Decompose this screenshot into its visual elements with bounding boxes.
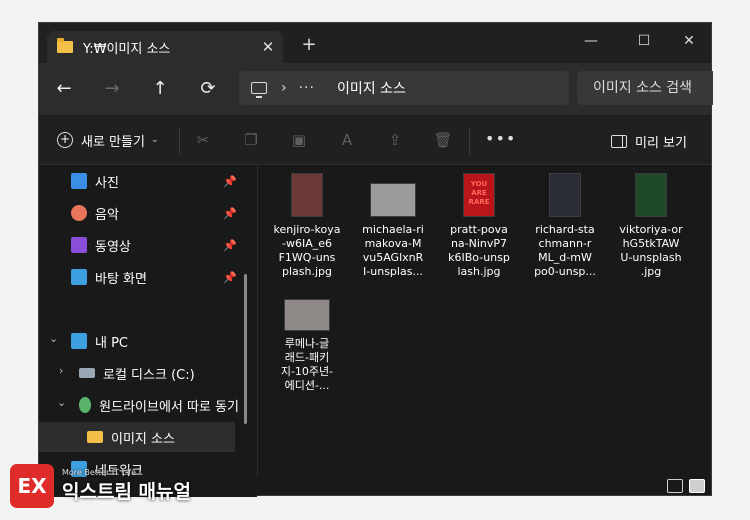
file-name: 루메나-글 래드-패키 지-10주년- 에디션-... — [280, 337, 334, 392]
sidebar-item-label: 바탕 화면 — [95, 271, 147, 287]
photos-icon — [71, 173, 87, 189]
site-logo: EX More Better IT Life 익스트림 매뉴얼 — [10, 464, 191, 508]
paste-icon[interactable]: ▣ — [287, 129, 311, 151]
image-thumbnail — [635, 173, 667, 217]
image-thumbnail — [291, 173, 323, 217]
chevron-right-icon[interactable]: › — [281, 80, 287, 96]
pin-icon: 📌 — [223, 238, 237, 252]
image-thumbnail — [549, 173, 581, 217]
sidebar-item-music[interactable]: 음악 📌 — [39, 198, 239, 228]
copy-icon[interactable]: ❐ — [239, 129, 263, 151]
forward-button[interactable]: → — [97, 75, 127, 103]
command-bar: + 새로 만들기 ⌄ ✂ ❐ ▣ A ⇪ 🗑 ••• 미리 보기 — [39, 115, 711, 165]
new-button[interactable]: + 새로 만들기 ⌄ — [57, 126, 158, 154]
breadcrumb-overflow[interactable]: ··· — [299, 80, 315, 96]
navigation-pane: 사진 📌 음악 📌 동영상 📌 바탕 화면 📌 ⌄ 내 PC › 로컬 디스크 … — [39, 166, 257, 497]
this-pc-icon — [71, 333, 87, 349]
pin-icon: 📌 — [223, 174, 237, 188]
logo-title: 익스트림 매뉴얼 — [62, 481, 191, 503]
folder-icon — [87, 431, 103, 443]
pin-icon: 📌 — [223, 206, 237, 220]
preview-pane-icon — [611, 134, 627, 148]
file-name: kenjiro-koya -w6IA_e6 F1WQ-uns plash.jpg — [273, 223, 341, 278]
image-thumbnail: YOU ARE RARE — [463, 173, 495, 217]
drive-icon — [79, 368, 95, 378]
rename-icon[interactable]: A — [335, 129, 359, 151]
file-name: viktoriya-or hG5tkTAW U-unsplash .jpg — [619, 223, 683, 278]
file-item[interactable]: richard-sta chmann-r ML_d-mW po0-unsp... — [524, 173, 606, 279]
tab-image-source[interactable]: Y:₩이미지 소스 ✕ — [47, 31, 283, 63]
preview-pane-button[interactable]: 미리 보기 — [611, 127, 687, 155]
monitor-icon — [251, 82, 267, 98]
preview-label: 미리 보기 — [635, 135, 687, 151]
sidebar-scrollbar[interactable] — [244, 274, 247, 424]
maximize-button[interactable]: ☐ — [622, 27, 666, 55]
videos-icon — [71, 237, 87, 253]
music-icon — [71, 205, 87, 221]
sidebar-item-label: 이미지 소스 — [111, 431, 175, 447]
up-button[interactable]: ↑ — [145, 75, 175, 103]
share-icon[interactable]: ⇪ — [383, 129, 407, 151]
file-item[interactable]: michaela-ri makova-M vu5AGlxnR I-unsplas... — [352, 173, 434, 279]
divider — [179, 127, 180, 155]
chevron-down-icon: ⌄ — [150, 135, 159, 145]
sidebar-item-this-pc[interactable]: 내 PC — [39, 326, 239, 356]
desktop-icon — [71, 269, 87, 285]
details-view-icon[interactable] — [667, 479, 683, 493]
plus-icon: + — [57, 132, 73, 148]
sidebar-item-label: 원드라이브에서 따로 동기 — [99, 399, 239, 415]
title-bar: Y:₩이미지 소스 ✕ + — ☐ ✕ — [39, 23, 711, 63]
new-tab-button[interactable]: + — [297, 34, 321, 55]
cut-icon[interactable]: ✂ — [191, 129, 215, 151]
new-button-label: 새로 만들기 — [81, 134, 145, 150]
logo-subtitle: More Better IT Life — [62, 468, 137, 477]
more-options-button[interactable]: ••• — [485, 129, 516, 148]
address-bar[interactable]: › ··· 이미지 소스 — [239, 71, 569, 105]
divider — [469, 127, 470, 155]
address-toolbar: ← → ↑ ⟳ › ··· 이미지 소스 이미지 소스 검색 — [39, 63, 713, 115]
sidebar-item-videos[interactable]: 동영상 📌 — [39, 230, 239, 260]
folder-icon — [57, 38, 73, 53]
refresh-button[interactable]: ⟳ — [193, 75, 223, 103]
file-item[interactable]: viktoriya-or hG5tkTAW U-unsplash .jpg — [610, 173, 692, 279]
logo-text: More Better IT Life 익스트림 매뉴얼 — [62, 468, 191, 504]
file-name: richard-sta chmann-r ML_d-mW po0-unsp... — [534, 223, 596, 278]
image-thumbnail — [284, 299, 330, 331]
delete-icon[interactable]: 🗑 — [431, 129, 455, 151]
sidebar-item-label: 동영상 — [95, 239, 131, 255]
sidebar-item-label: 로컬 디스크 (C:) — [103, 367, 195, 383]
large-icons-view-icon[interactable] — [689, 479, 705, 493]
sidebar-item-photos[interactable]: 사진 📌 — [39, 166, 239, 196]
logo-mark: EX — [10, 464, 54, 508]
file-item[interactable]: 루메나-글 래드-패키 지-10주년- 에디션-... — [266, 299, 348, 393]
search-input[interactable]: 이미지 소스 검색 — [577, 71, 713, 105]
file-name: michaela-ri makova-M vu5AGlxnR I-unsplas... — [362, 223, 424, 278]
sidebar-item-image-source[interactable]: 이미지 소스 — [39, 422, 235, 452]
pin-icon: 📌 — [223, 270, 237, 284]
pane-divider[interactable] — [257, 166, 258, 476]
file-item[interactable]: YOU ARE RARE pratt-pova na-NinvP7 k6IBo-un… — [438, 173, 520, 279]
file-name: pratt-pova na-NinvP7 k6IBo-unsp lash.jpg — [448, 223, 510, 278]
sidebar-item-local-disk[interactable]: 로컬 디스크 (C:) — [39, 358, 239, 388]
file-item[interactable]: kenjiro-koya -w6IA_e6 F1WQ-uns plash.jpg — [266, 173, 348, 279]
file-explorer-window: Y:₩이미지 소스 ✕ + — ☐ ✕ ← → ↑ ⟳ › ··· 이미지 소스… — [38, 22, 713, 497]
tab-title: Y:₩이미지 소스 — [83, 41, 171, 57]
network-drive-icon — [79, 397, 92, 413]
sidebar-item-label: 내 PC — [95, 335, 129, 351]
close-window-button[interactable]: ✕ — [667, 27, 711, 55]
sidebar-item-network-drive[interactable]: 원드라이브에서 따로 동기 — [39, 390, 239, 420]
sidebar-item-desktop[interactable]: 바탕 화면 📌 — [39, 262, 239, 292]
close-tab-icon[interactable]: ✕ — [253, 38, 283, 56]
sidebar-item-label: 사진 — [95, 175, 119, 191]
minimize-button[interactable]: — — [569, 27, 613, 55]
breadcrumb-current[interactable]: 이미지 소스 — [337, 78, 406, 98]
sidebar-item-label: 음악 — [95, 207, 119, 223]
image-thumbnail — [370, 183, 416, 217]
back-button[interactable]: ← — [49, 75, 79, 103]
